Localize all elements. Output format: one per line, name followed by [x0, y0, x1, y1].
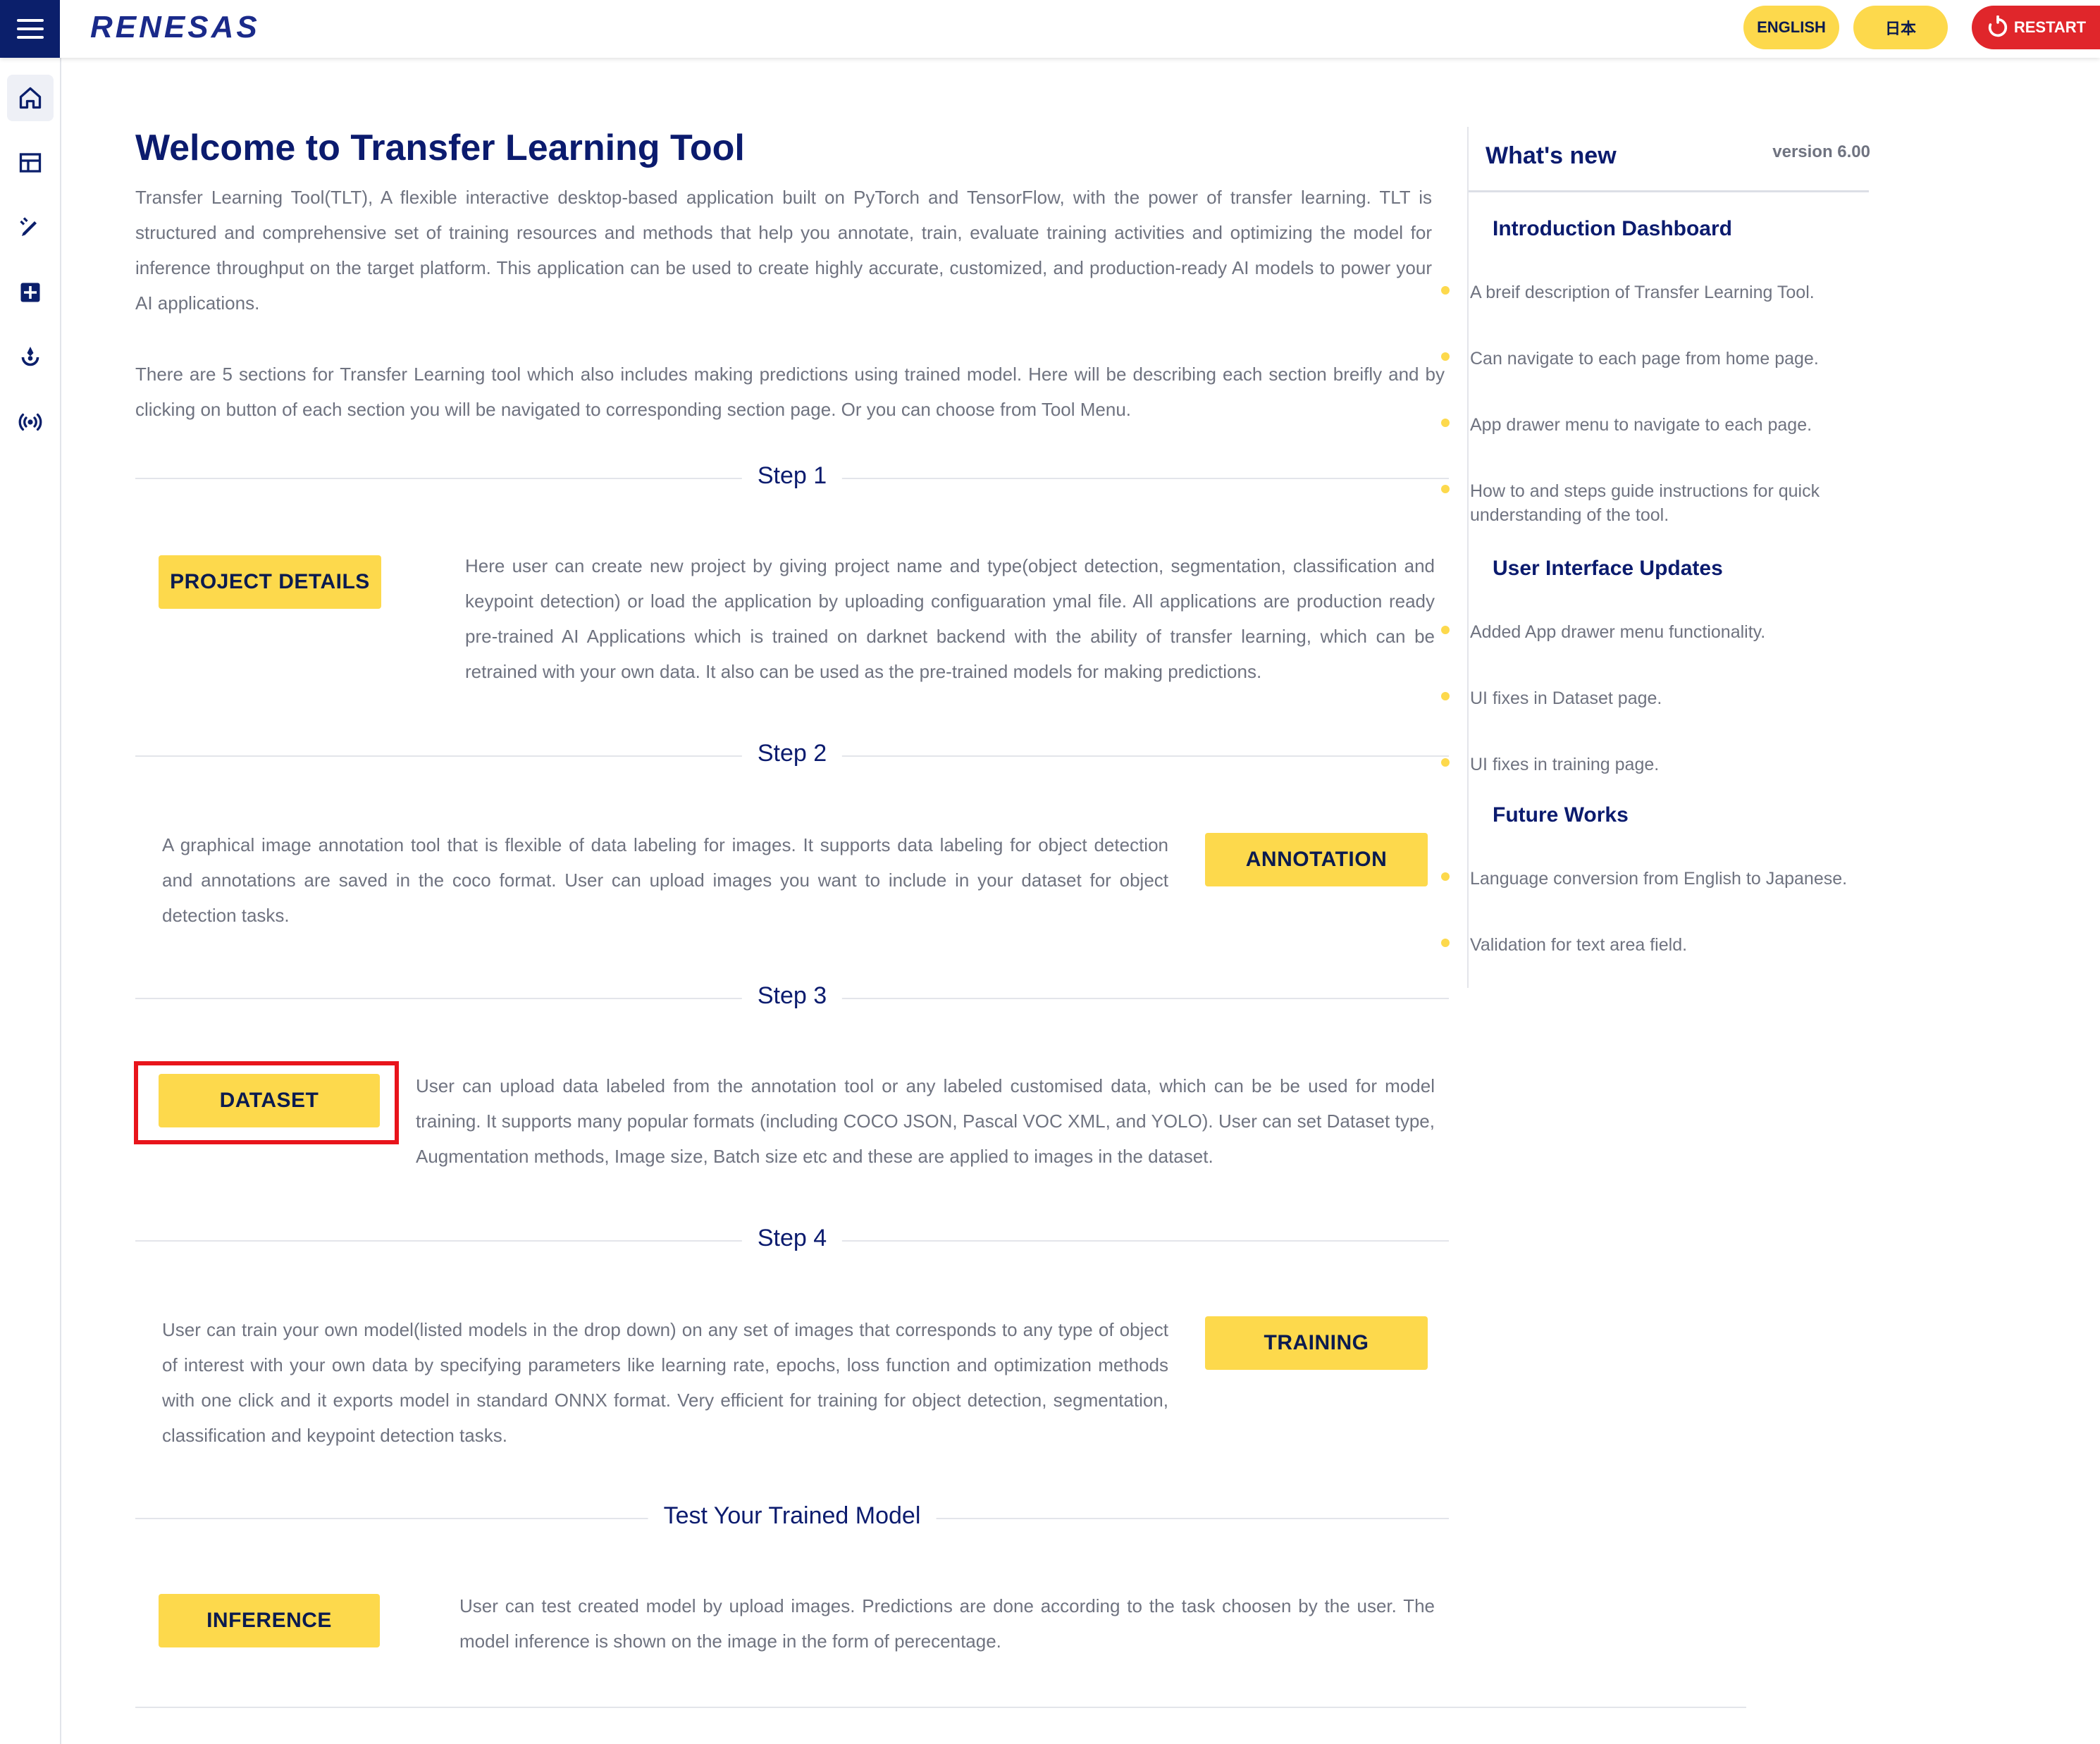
bottom-divider: [135, 1707, 1746, 1708]
list-item: Validation for text area field.: [1470, 935, 1688, 955]
training-button[interactable]: TRAINING: [1205, 1316, 1428, 1370]
list-item: How to and steps guide instructions for …: [1470, 481, 1820, 525]
inference-button[interactable]: INFERENCE: [159, 1594, 380, 1647]
step-description: A graphical image annotation tool that i…: [162, 834, 1168, 926]
list-item: Added App drawer menu functionality.: [1470, 622, 1766, 642]
sidebar-item-home[interactable]: [7, 75, 54, 121]
bullet-dot: [1441, 758, 1450, 767]
sidebar-item-table[interactable]: [7, 140, 54, 186]
english-button[interactable]: ENGLISH: [1743, 6, 1839, 49]
bullet-dot: [1441, 485, 1450, 493]
sidebar-item-inference[interactable]: [7, 399, 54, 445]
left-sidebar: [0, 58, 61, 1744]
whats-new-panel: What's new version 6.00 Introduction Das…: [1467, 127, 1870, 988]
list-item: Can navigate to each page from home page…: [1470, 349, 1819, 369]
annotate-icon: [20, 217, 37, 236]
intro-paragraph: Transfer Learning Tool(TLT), A flexible …: [135, 187, 1432, 314]
home-icon: [19, 87, 42, 109]
restart-label: RESTART: [2013, 18, 2087, 36]
version-label: version 6.00: [1772, 142, 1870, 161]
bullet-dot: [1441, 352, 1450, 361]
table-icon: [19, 153, 42, 173]
bullet-dot: [1441, 692, 1450, 700]
step-label: Step 4: [741, 1225, 843, 1252]
step-label: Test Your Trained Model: [648, 1502, 937, 1530]
whats-new-title: What's new: [1486, 142, 1617, 169]
list-item: UI fixes in training page.: [1470, 755, 1660, 774]
bullet-dot: [1441, 872, 1450, 881]
list-item: Language conversion from English to Japa…: [1470, 869, 1848, 889]
deploy-icon: [21, 347, 39, 366]
page-title: Welcome to Transfer Learning Tool: [135, 128, 745, 168]
section-heading: Future Works: [1493, 803, 1629, 827]
step-description: User can train your own model(listed mod…: [162, 1319, 1168, 1446]
bullet-dot: [1441, 626, 1450, 634]
signal-icon: [18, 413, 42, 431]
annotation-button[interactable]: ANNOTATION: [1205, 833, 1428, 886]
step-label: Step 3: [741, 982, 843, 1010]
step-description: Here user can create new project by givi…: [465, 555, 1435, 682]
list-item: App drawer menu to navigate to each page…: [1470, 415, 1812, 435]
step-description: User can upload data labeled from the an…: [416, 1075, 1435, 1167]
restart-button[interactable]: RESTART: [1972, 6, 2100, 49]
section-heading: User Interface Updates: [1493, 557, 1723, 580]
step-description: User can test created model by upload im…: [459, 1595, 1435, 1652]
list-item: A breif description of Transfer Learning…: [1470, 283, 1815, 302]
restart-icon: [1988, 16, 2007, 37]
sections-paragraph: There are 5 sections for Transfer Learni…: [135, 364, 1445, 420]
step-label: Step 1: [741, 462, 843, 490]
step-label: Step 2: [741, 740, 843, 767]
sidebar-item-annotation[interactable]: [7, 204, 54, 251]
bullet-dot: [1441, 419, 1450, 427]
dataset-highlight-box: [134, 1061, 399, 1144]
sidebar-item-dataset[interactable]: [7, 269, 54, 316]
grid-icon: [20, 283, 40, 302]
top-bar: RENESAS ENGLISH 日本 RESTART: [0, 0, 2100, 58]
bullet-dot: [1441, 286, 1450, 295]
japanese-button[interactable]: 日本: [1853, 6, 1948, 49]
section-heading: Introduction Dashboard: [1493, 217, 1732, 240]
hamburger-menu-button[interactable]: [0, 0, 60, 58]
menu-icon: [16, 27, 44, 30]
renesas-logo: RENESAS: [90, 10, 260, 44]
whats-new-divider: [1469, 190, 1869, 192]
list-item: UI fixes in Dataset page.: [1470, 688, 1662, 708]
sidebar-item-training[interactable]: [7, 334, 54, 381]
bullet-dot: [1441, 939, 1450, 947]
project-details-button[interactable]: PROJECT DETAILS: [159, 555, 381, 609]
